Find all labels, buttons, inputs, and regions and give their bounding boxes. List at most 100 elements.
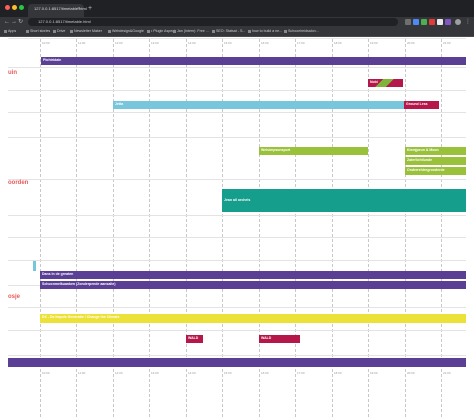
row-divider: [8, 67, 466, 68]
time-label: 14:00: [188, 41, 196, 45]
extension-icon[interactable]: [421, 19, 427, 25]
time-label: 12:00: [115, 41, 123, 45]
page-icon: [212, 29, 215, 33]
bookmark-label: how to build a ne...: [252, 29, 283, 33]
bookmark-item[interactable]: how to build a ne...: [248, 29, 282, 34]
tab-bar: 127.0.0.1:8517/timetable.html × +: [0, 0, 474, 17]
bookmark-apps[interactable]: Apps: [4, 29, 16, 34]
time-label: 10:00: [42, 41, 50, 45]
page-icon: [173, 29, 176, 33]
bookmark-item[interactable]: SEO: Statsat - S...: [212, 29, 245, 34]
row-divider: [8, 137, 466, 138]
performance-bar[interactable]: Welsimpsonsport: [259, 147, 368, 155]
tab-close-icon[interactable]: ×: [77, 6, 80, 12]
performance-bar[interactable]: WALD: [186, 335, 203, 343]
performance-bar[interactable]: Ground Less: [404, 101, 439, 109]
bookmark-label: • Plugin Aspect: [151, 29, 176, 33]
stage-label: osje: [8, 294, 21, 300]
page-icon: [147, 29, 150, 33]
performance-bar[interactable]: Jetta: [113, 101, 404, 109]
time-label: 12:00: [115, 371, 123, 375]
performance-bar[interactable]: DX - De Impuls Generatie / Change the Cl…: [40, 314, 466, 323]
extension-icon[interactable]: [413, 19, 419, 25]
forward-icon[interactable]: →: [11, 18, 17, 26]
reload-icon[interactable]: ↻: [18, 18, 23, 26]
bookmark-item[interactable]: • Plugin Aspect: [147, 29, 175, 34]
time-label: 18:00: [334, 41, 342, 45]
bookmark-item[interactable]: Newsletter Maker: [70, 29, 102, 34]
extension-icon[interactable]: [429, 19, 435, 25]
performance-name: Onderrehtregronderde: [407, 168, 445, 172]
bookmarks-bar: Apps Short stories Drive Newsletter Make…: [0, 27, 474, 37]
performance-bar[interactable]: Schoonmelkuanken (Zonderpende aansalte): [40, 281, 466, 289]
performance-name: Schoonmelkuanken (Zonderpende aansalte): [42, 282, 116, 286]
bookmark-item[interactable]: Schoonheidsalon...: [284, 29, 319, 34]
minimize-window-icon[interactable]: [12, 5, 17, 10]
performance-name: Kiemjpeun & Moon: [407, 148, 439, 152]
time-label: 19:00: [370, 41, 378, 45]
performance-bar[interactable]: Dans in de greaten: [40, 271, 466, 279]
row-divider: [8, 90, 466, 91]
performance-name: WALD: [188, 336, 199, 340]
time-label: 13:00: [151, 371, 159, 375]
extension-icon[interactable]: [405, 19, 411, 25]
browser-menu-icon[interactable]: ⋮: [465, 18, 471, 26]
new-tab-button[interactable]: +: [88, 5, 92, 12]
timetable: 10:00 11:00 12:00 13:00 14:00 15:00 16:0…: [8, 38, 466, 417]
performance-bar[interactable]: Jean all orchels: [222, 189, 466, 212]
extension-icon[interactable]: [437, 19, 443, 25]
performance-name: WALD: [261, 336, 272, 340]
performance-name: DX - De Impuls Generatie / Change the Cl…: [42, 315, 120, 319]
address-bar[interactable]: 127.0.0.1:8517/timetable.html: [28, 18, 398, 26]
time-label: 19:00: [370, 371, 378, 375]
performance-bar[interactable]: [8, 358, 466, 367]
performance-name: Jetta: [115, 102, 124, 106]
bookmark-label: Webdesign&Google: [112, 29, 144, 33]
performance-name: Dans in de greaten: [42, 272, 74, 276]
time-label: 21:00: [443, 41, 451, 45]
time-label: 11:00: [78, 41, 86, 45]
time-label: 20:00: [407, 371, 415, 375]
performance-bar[interactable]: Plohtridain: [41, 57, 466, 65]
extension-icon[interactable]: [445, 19, 451, 25]
tab-timetable[interactable]: 127.0.0.1:8517/timetable.html ×: [28, 4, 87, 17]
time-label: 15:00: [224, 371, 232, 375]
bookmark-label: Schoonheidsalon...: [288, 29, 319, 33]
time-label: 18:00: [334, 371, 342, 375]
bookmark-item[interactable]: Drive: [53, 29, 65, 34]
profile-avatar[interactable]: [455, 19, 461, 25]
time-label: 11:00: [78, 371, 86, 375]
row-divider: [8, 179, 466, 180]
performance-bar[interactable]: Onderrehtregronderde: [405, 167, 466, 175]
folder-icon: [108, 29, 111, 33]
row-divider: [8, 307, 466, 308]
apps-icon: [4, 29, 7, 33]
bookmark-item[interactable]: Jan (Intern): Free ...: [173, 29, 209, 34]
drive-icon: [53, 29, 56, 33]
current-time-marker: [33, 261, 36, 271]
folder-icon: [26, 29, 29, 33]
back-icon[interactable]: ←: [4, 18, 10, 26]
performance-bar[interactable]: Nobi: [368, 79, 403, 87]
time-label: 20:00: [407, 41, 415, 45]
time-label: 21:00: [443, 371, 451, 375]
row-divider: [8, 330, 466, 331]
close-window-icon[interactable]: [5, 5, 10, 10]
bookmark-item[interactable]: Short stories: [26, 29, 50, 34]
stage-label: uin: [8, 70, 17, 76]
page-icon: [248, 29, 251, 33]
performance-bar[interactable]: Kiemjpeun & Moon: [405, 147, 466, 155]
performance-bar[interactable]: WALD: [259, 335, 300, 343]
row-divider: [8, 260, 466, 261]
row-divider: [8, 215, 466, 216]
browser-window: 127.0.0.1:8517/timetable.html × + ← → ↻ …: [0, 0, 474, 420]
bookmark-label: Short stories: [30, 29, 51, 33]
row-divider: [8, 112, 466, 113]
time-label: 10:00: [42, 371, 50, 375]
row-divider: [8, 355, 466, 356]
time-label: 14:00: [188, 371, 196, 375]
zoom-window-icon[interactable]: [19, 5, 24, 10]
performance-bar[interactable]: Zaterlichtlunde: [405, 157, 466, 165]
bookmark-item[interactable]: Webdesign&Google: [108, 29, 144, 34]
bookmark-label: Apps: [8, 29, 17, 33]
